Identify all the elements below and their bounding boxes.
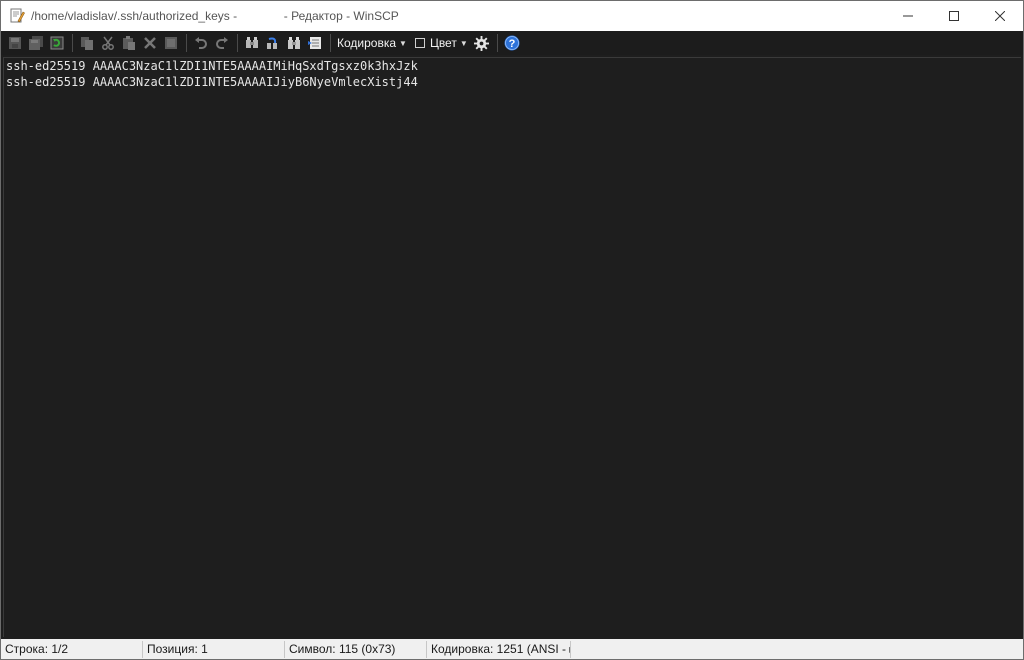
goto-line-icon — [308, 37, 321, 49]
undo-button[interactable] — [191, 33, 211, 53]
editor-window: /home/vladislav/.ssh/authorized_keys - -… — [0, 0, 1024, 660]
minimize-icon — [903, 15, 913, 17]
save-button[interactable] — [5, 33, 25, 53]
title-bar[interactable]: /home/vladislav/.ssh/authorized_keys - -… — [1, 1, 1023, 31]
color-checkbox[interactable] — [414, 38, 425, 48]
editor-app-icon — [10, 8, 25, 23]
replace-button[interactable] — [263, 33, 283, 53]
find-next-icon — [288, 37, 300, 49]
save-icon — [9, 37, 21, 49]
encoding-dropdown-label: Кодировка — [337, 36, 397, 50]
paste-icon — [123, 36, 135, 50]
goto-line-button[interactable] — [305, 33, 325, 53]
cut-icon — [102, 36, 114, 50]
save-all-icon — [29, 36, 43, 50]
delete-button[interactable] — [140, 33, 160, 53]
copy-button[interactable] — [77, 33, 97, 53]
reload-button[interactable] — [47, 33, 67, 53]
reload-icon — [50, 36, 64, 50]
encoding-dropdown[interactable]: Кодировка ▼ — [335, 33, 409, 53]
maximize-icon — [949, 11, 959, 21]
delete-icon — [144, 37, 156, 49]
paste-button[interactable] — [119, 33, 139, 53]
replace-icon — [267, 37, 277, 49]
close-icon — [995, 11, 1005, 21]
cut-button[interactable] — [98, 33, 118, 53]
select-all-button[interactable] — [161, 33, 181, 53]
gear-icon — [474, 35, 490, 51]
settings-button[interactable] — [472, 33, 492, 53]
status-encoding: Кодировка: 1251 (ANSI - ▸ — [427, 640, 571, 658]
help-button[interactable]: ? — [502, 33, 522, 53]
toolbar-separator — [72, 34, 73, 52]
svg-text:?: ? — [508, 38, 515, 50]
redo-icon — [216, 37, 228, 49]
save-all-button[interactable] — [26, 33, 46, 53]
chevron-down-icon: ▼ — [459, 38, 468, 48]
editor-toolbar: Кодировка ▼ Цвет ▼ ? — [1, 31, 1023, 55]
status-bar: Строка: 1/2 Позиция: 1 Символ: 115 (0x73… — [1, 639, 1023, 659]
minimize-button[interactable] — [885, 1, 931, 31]
toolbar-separator — [237, 34, 238, 52]
text-editor-area[interactable]: ssh-ed25519 AAAAC3NzaC1lZDI1NTE5AAAAIMiH… — [3, 57, 1021, 637]
close-button[interactable] — [977, 1, 1023, 31]
find-button[interactable] — [242, 33, 262, 53]
redo-button[interactable] — [212, 33, 232, 53]
toolbar-separator — [330, 34, 331, 52]
toolbar-separator — [186, 34, 187, 52]
color-dropdown[interactable]: Цвет ▼ — [413, 33, 470, 53]
status-symbol: Символ: 115 (0x73) — [285, 640, 427, 658]
status-line: Строка: 1/2 — [1, 640, 143, 658]
color-dropdown-label: Цвет — [429, 36, 457, 50]
chevron-down-icon: ▼ — [399, 38, 407, 48]
maximize-button[interactable] — [931, 1, 977, 31]
undo-icon — [195, 37, 207, 49]
editor-line[interactable]: ssh-ed25519 AAAAC3NzaC1lZDI1NTE5AAAAIJiy… — [4, 74, 1021, 90]
toolbar-separator — [496, 34, 498, 52]
find-next-button[interactable] — [284, 33, 304, 53]
window-title: /home/vladislav/.ssh/authorized_keys - -… — [31, 9, 399, 23]
select-all-icon — [165, 37, 177, 49]
editor-line[interactable]: ssh-ed25519 AAAAC3NzaC1lZDI1NTE5AAAAIMiH… — [4, 58, 1021, 74]
find-icon — [246, 37, 258, 48]
help-icon: ? — [504, 35, 520, 51]
status-position: Позиция: 1 — [143, 640, 285, 658]
copy-icon — [81, 37, 93, 50]
